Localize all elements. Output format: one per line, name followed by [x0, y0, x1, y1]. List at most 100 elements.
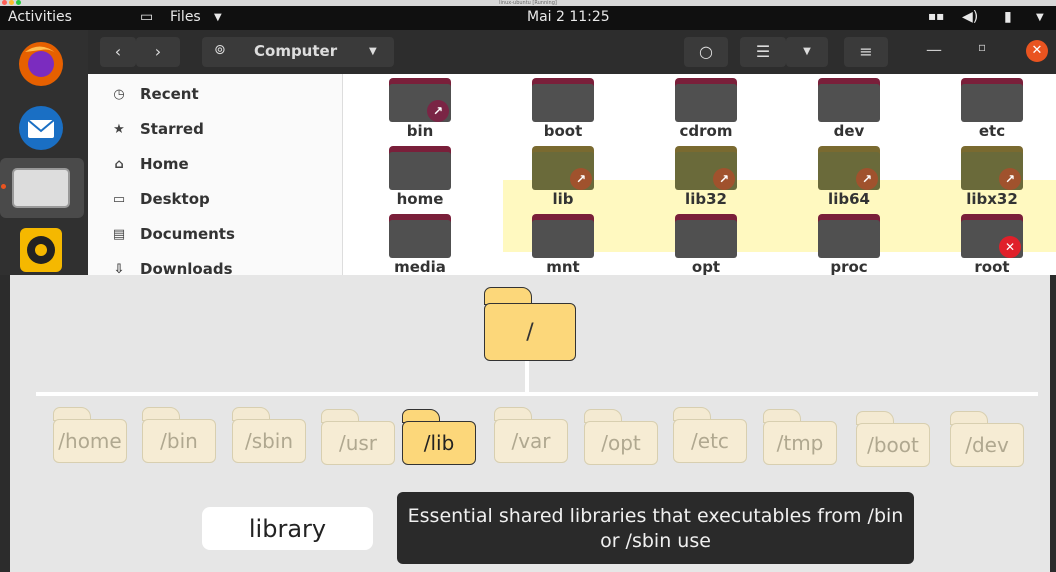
- sidebar-item-recent[interactable]: ◷ Recent: [110, 82, 199, 106]
- folder-etc: /etc: [673, 407, 751, 465]
- symlink-icon: ↗: [999, 168, 1021, 190]
- folder-boot: /boot: [856, 411, 934, 469]
- symlink-icon: ↗: [856, 168, 878, 190]
- file-name: bin: [406, 122, 434, 140]
- file-name: boot: [543, 122, 583, 140]
- file-item-lib64[interactable]: ↗ lib64: [794, 146, 904, 208]
- header-bar: ‹ › ⊚ Computer ▼ ○ ☰ ▼ ≡ — ▫ ✕: [88, 30, 1056, 74]
- location-bar[interactable]: ⊚ Computer ▼: [202, 37, 394, 67]
- firefox-icon[interactable]: [10, 40, 72, 88]
- files-app-icon: [12, 168, 70, 208]
- maximize-button[interactable]: ▫: [978, 40, 986, 54]
- file-item-opt[interactable]: opt: [651, 214, 761, 276]
- folder-icon: ↗: [961, 146, 1023, 190]
- chevron-down-icon: ▼: [369, 46, 377, 57]
- menu-button[interactable]: ≡: [844, 37, 888, 67]
- activities-button[interactable]: Activities: [8, 9, 72, 25]
- file-name: dev: [833, 122, 865, 140]
- file-item-home[interactable]: home: [365, 146, 475, 208]
- file-item-proc[interactable]: proc: [794, 214, 904, 276]
- file-name: opt: [691, 258, 721, 276]
- file-item-etc[interactable]: etc: [937, 78, 1047, 140]
- hamburger-icon: ≡: [859, 42, 873, 61]
- folder-icon: ✕: [961, 214, 1023, 258]
- folder-tmp: /tmp: [763, 409, 841, 467]
- network-icon[interactable]: ▪▪: [928, 9, 944, 23]
- file-name: lib64: [828, 190, 870, 208]
- minimize-dot-icon[interactable]: [9, 0, 14, 5]
- files-window: ‹ › ⊚ Computer ▼ ○ ☰ ▼ ≡ — ▫ ✕ ◷ Recent ★ S…: [88, 30, 1056, 278]
- connector-horizontal: [36, 392, 1038, 396]
- folder-icon: [818, 78, 880, 122]
- folder-label: /bin: [142, 419, 216, 463]
- folder-icon: [532, 214, 594, 258]
- folder-bin: /bin: [142, 407, 220, 465]
- file-item-root[interactable]: ✕ root: [937, 214, 1047, 276]
- file-name: media: [394, 258, 446, 276]
- dock-item-files-active[interactable]: [0, 158, 84, 218]
- folder-icon: ↗: [818, 146, 880, 190]
- folder-label: /lib: [402, 421, 476, 465]
- app-menu-files[interactable]: Files: [170, 9, 201, 25]
- zoom-dot-icon[interactable]: [16, 0, 21, 5]
- file-name: proc: [830, 258, 868, 276]
- folder-icon: ↗: [532, 146, 594, 190]
- file-item-media[interactable]: media: [365, 214, 475, 276]
- symlink-icon: ↗: [427, 100, 449, 122]
- sidebar-item-label: Desktop: [140, 190, 210, 208]
- view-options-button[interactable]: ▼: [786, 37, 828, 67]
- folder-icon: [675, 214, 737, 258]
- chevron-down-icon: ▼: [803, 46, 811, 57]
- sidebar-item-starred[interactable]: ★ Starred: [110, 117, 204, 141]
- sidebar-item-label: Documents: [140, 225, 235, 243]
- filesystem-diagram-overlay: / /home/bin/sbin/usr/lib/var/opt/etc/tmp…: [10, 275, 1050, 572]
- home-icon: ⌂: [114, 156, 124, 172]
- back-button[interactable]: ‹: [100, 37, 136, 67]
- clock[interactable]: Mai 2 11:25: [527, 9, 610, 25]
- folder-icon: ↗: [675, 146, 737, 190]
- thunderbird-icon[interactable]: [10, 104, 72, 152]
- file-item-bin[interactable]: ↗ bin: [365, 78, 475, 140]
- dock: [0, 30, 88, 275]
- file-item-lib32[interactable]: ↗ lib32: [651, 146, 761, 208]
- close-button[interactable]: ✕: [1026, 40, 1048, 62]
- folder-label: /opt: [584, 421, 658, 465]
- search-button[interactable]: ○: [684, 37, 728, 67]
- volume-icon[interactable]: ◀): [962, 9, 978, 25]
- forward-button[interactable]: ›: [136, 37, 180, 67]
- list-view-button[interactable]: ☰: [740, 37, 786, 67]
- file-item-cdrom[interactable]: cdrom: [651, 78, 761, 140]
- close-dot-icon[interactable]: [2, 0, 7, 5]
- minimize-button[interactable]: —: [926, 40, 942, 59]
- desktop-icon: ▭: [112, 191, 126, 207]
- folder-dev: /dev: [950, 411, 1028, 469]
- file-item-mnt[interactable]: mnt: [508, 214, 618, 276]
- rhythmbox-icon[interactable]: [10, 226, 72, 274]
- sidebar-item-documents[interactable]: ▤ Documents: [110, 222, 235, 246]
- file-item-dev[interactable]: dev: [794, 78, 904, 140]
- file-grid: ↗ bin boot cdrom dev etc home ↗ lib ↗ lib32 ↗ lib64 ↗…: [343, 74, 1056, 276]
- battery-icon[interactable]: ▮: [1004, 9, 1012, 25]
- file-name: lib: [552, 190, 574, 208]
- file-item-lib[interactable]: ↗ lib: [508, 146, 618, 208]
- folder-label: /home: [53, 419, 127, 463]
- folder-lib: /lib: [402, 409, 480, 467]
- sidebar-item-desktop[interactable]: ▭ Desktop: [110, 187, 210, 211]
- sidebar-item-label: Starred: [140, 120, 204, 138]
- folder-icon: [961, 78, 1023, 122]
- file-name: cdrom: [679, 122, 733, 140]
- file-item-boot[interactable]: boot: [508, 78, 618, 140]
- system-menu-chevron-icon[interactable]: ▼: [1036, 12, 1044, 23]
- no-access-icon: ✕: [999, 236, 1021, 258]
- description-box: Essential shared libraries that executab…: [397, 492, 914, 564]
- folder-label: /var: [494, 419, 568, 463]
- documents-icon: ▤: [112, 226, 126, 242]
- list-view-icon: ☰: [755, 42, 771, 61]
- folder-icon: [389, 146, 451, 190]
- sidebar-item-home[interactable]: ⌂ Home: [110, 152, 188, 176]
- folder-icon: [389, 214, 451, 258]
- file-name: etc: [978, 122, 1006, 140]
- file-item-libx32[interactable]: ↗ libx32: [937, 146, 1047, 208]
- sidebar-item-label: Recent: [140, 85, 199, 103]
- folder-icon: [818, 214, 880, 258]
